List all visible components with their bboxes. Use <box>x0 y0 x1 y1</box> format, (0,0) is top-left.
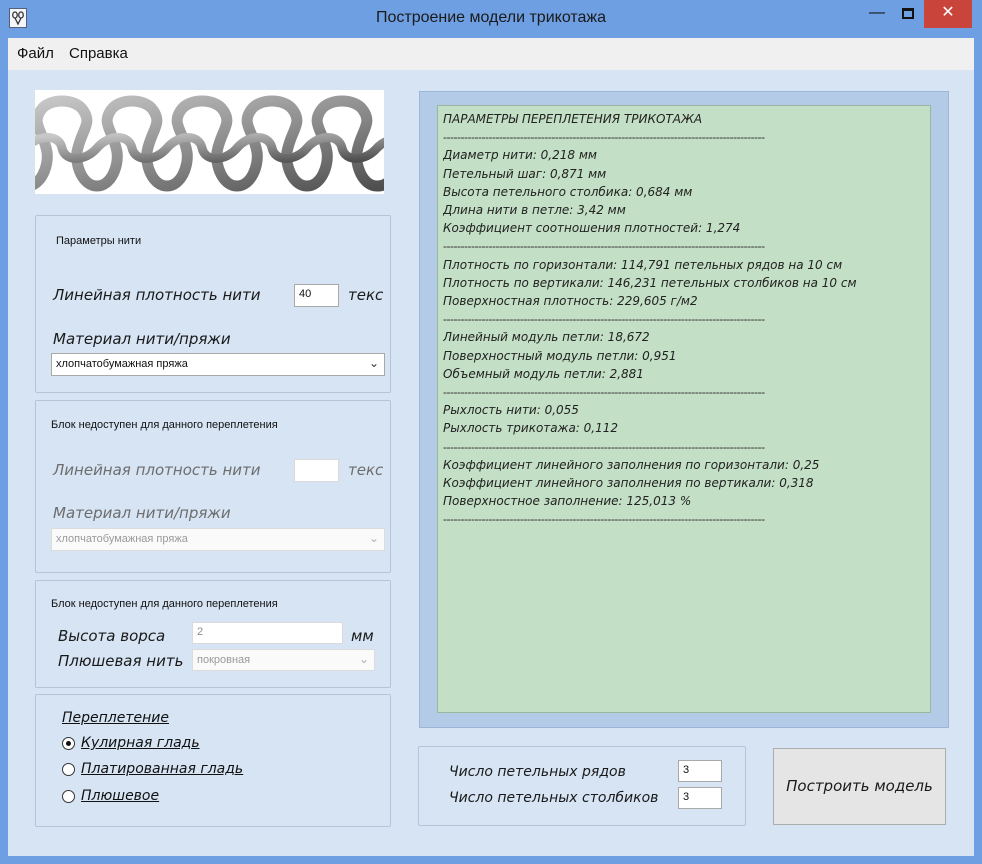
report-line: Поверхностный модуль петли: 0,951 <box>443 348 677 363</box>
report-separator: ----------------------------------------… <box>443 512 765 527</box>
weave-title: Переплетение <box>62 710 169 726</box>
report-separator: ----------------------------------------… <box>443 439 765 454</box>
weave-group: Переплетение Кулирная гладь Платированна… <box>35 694 391 827</box>
second-density-input[interactable] <box>294 459 339 482</box>
app-window: Построение модели трикотажа — ✕ Файл Спр… <box>0 0 982 864</box>
report-line: Петельный шаг: 0,871 мм <box>443 166 607 181</box>
report-line: Коэффициент линейного заполнения по гори… <box>443 457 820 472</box>
cols-input[interactable]: 3 <box>678 787 722 809</box>
report-line: Поверхностное заполнение: 125,013 % <box>443 494 692 509</box>
report-line: Коэффициент линейного заполнения по верт… <box>443 476 814 491</box>
report-separator: ----------------------------------------… <box>443 239 765 254</box>
report-line: Линейный модуль петли: 18,672 <box>443 330 650 345</box>
report-line: Рыхлость нити: 0,055 <box>443 403 579 418</box>
report-line: Плотность по горизонтали: 114,791 петель… <box>443 257 843 272</box>
maximize-button[interactable] <box>893 0 923 28</box>
chevron-down-icon: ⌄ <box>368 531 379 545</box>
pile-height-unit: мм <box>351 627 374 645</box>
linear-density-input[interactable]: 40 <box>294 284 339 307</box>
counts-group: Число петельных рядов 3 Число петельных … <box>418 746 746 826</box>
weave-option-label: Кулирная гладь <box>81 735 200 751</box>
material-label: Материал нити/пряжи <box>53 330 231 348</box>
weave-option-label: Плюшевое <box>81 788 160 804</box>
rows-input[interactable]: 3 <box>678 760 722 782</box>
radio-icon <box>62 763 75 776</box>
report-line: Объемный модуль петли: 2,881 <box>443 366 644 381</box>
report-line: Поверхностная плотность: 229,605 г/м2 <box>443 294 698 309</box>
menu-help[interactable]: Справка <box>69 45 128 62</box>
thread-params-group: Параметры нити Линейная плотность нити 4… <box>35 215 391 393</box>
report-separator: ----------------------------------------… <box>443 385 765 400</box>
chevron-down-icon: ⌄ <box>368 356 379 370</box>
minimize-button[interactable]: — <box>862 0 892 28</box>
plush-thread-select[interactable]: покровная ⌄ <box>192 649 375 671</box>
pile-height-input[interactable]: 2 <box>192 622 343 644</box>
report-line: Диаметр нити: 0,218 мм <box>443 148 597 163</box>
second-thread-caption: Блок недоступен для данного переплетения <box>51 419 278 431</box>
second-material-select-value: хлопчатобумажная пряжа <box>56 533 188 545</box>
chevron-down-icon: ⌄ <box>358 652 369 666</box>
thread-params-caption: Параметры нити <box>56 235 142 247</box>
linear-density-label: Линейная плотность нити <box>53 286 261 304</box>
second-material-select[interactable]: хлопчатобумажная пряжа ⌄ <box>51 528 385 551</box>
pile-caption: Блок недоступен для данного переплетения <box>51 598 278 610</box>
menu-bar: Файл Справка <box>8 38 974 70</box>
weave-option-label: Платированная гладь <box>81 761 244 777</box>
report-frame: ПАРАМЕТРЫ ПЕРЕПЛЕТЕНИЯ ТРИКОТАЖА --------… <box>419 91 949 728</box>
cols-label: Число петельных столбиков <box>449 790 659 806</box>
second-density-label: Линейная плотность нити <box>53 461 261 479</box>
radio-icon <box>62 790 75 803</box>
material-select[interactable]: хлопчатобумажная пряжа ⌄ <box>51 353 385 376</box>
knit-loops-image <box>35 90 384 194</box>
density-unit: текс <box>348 286 384 304</box>
pile-group: Блок недоступен для данного переплетения… <box>35 580 391 688</box>
pile-height-label: Высота ворса <box>58 627 166 645</box>
report-separator: ----------------------------------------… <box>443 130 765 145</box>
report-line: Коэффициент соотношения плотностей: 1,27… <box>443 221 741 236</box>
second-thread-group: Блок недоступен для данного переплетения… <box>35 400 391 573</box>
client-area: Параметры нити Линейная плотность нити 4… <box>8 70 974 856</box>
report-line: ПАРАМЕТРЫ ПЕРЕПЛЕТЕНИЯ ТРИКОТАЖА <box>443 112 703 126</box>
report-line: Плотность по вертикали: 146,231 петельны… <box>443 275 857 290</box>
second-density-unit: текс <box>348 461 384 479</box>
plush-thread-label: Плюшевая нить <box>58 652 184 670</box>
material-select-value: хлопчатобумажная пряжа <box>56 358 188 370</box>
maximize-icon <box>902 8 914 19</box>
title-bar[interactable]: Построение модели трикотажа — ✕ <box>0 0 982 38</box>
plush-thread-select-value: покровная <box>197 654 251 666</box>
report-separator: ----------------------------------------… <box>443 312 765 327</box>
window-title: Построение модели трикотажа <box>375 9 607 26</box>
radio-selected-icon <box>62 737 75 750</box>
report-textbox[interactable]: ПАРАМЕТРЫ ПЕРЕПЛЕТЕНИЯ ТРИКОТАЖА --------… <box>437 105 931 713</box>
second-material-label: Материал нити/пряжи <box>53 504 231 522</box>
report-line: Длина нити в петле: 3,42 мм <box>443 203 626 218</box>
report-line: Высота петельного столбика: 0,684 мм <box>443 184 693 199</box>
close-button[interactable]: ✕ <box>924 0 972 28</box>
report-line: Рыхлость трикотажа: 0,112 <box>443 421 619 436</box>
rows-label: Число петельных рядов <box>449 764 626 780</box>
build-model-button[interactable]: Построить модель <box>773 748 946 825</box>
menu-file[interactable]: Файл <box>17 45 54 62</box>
